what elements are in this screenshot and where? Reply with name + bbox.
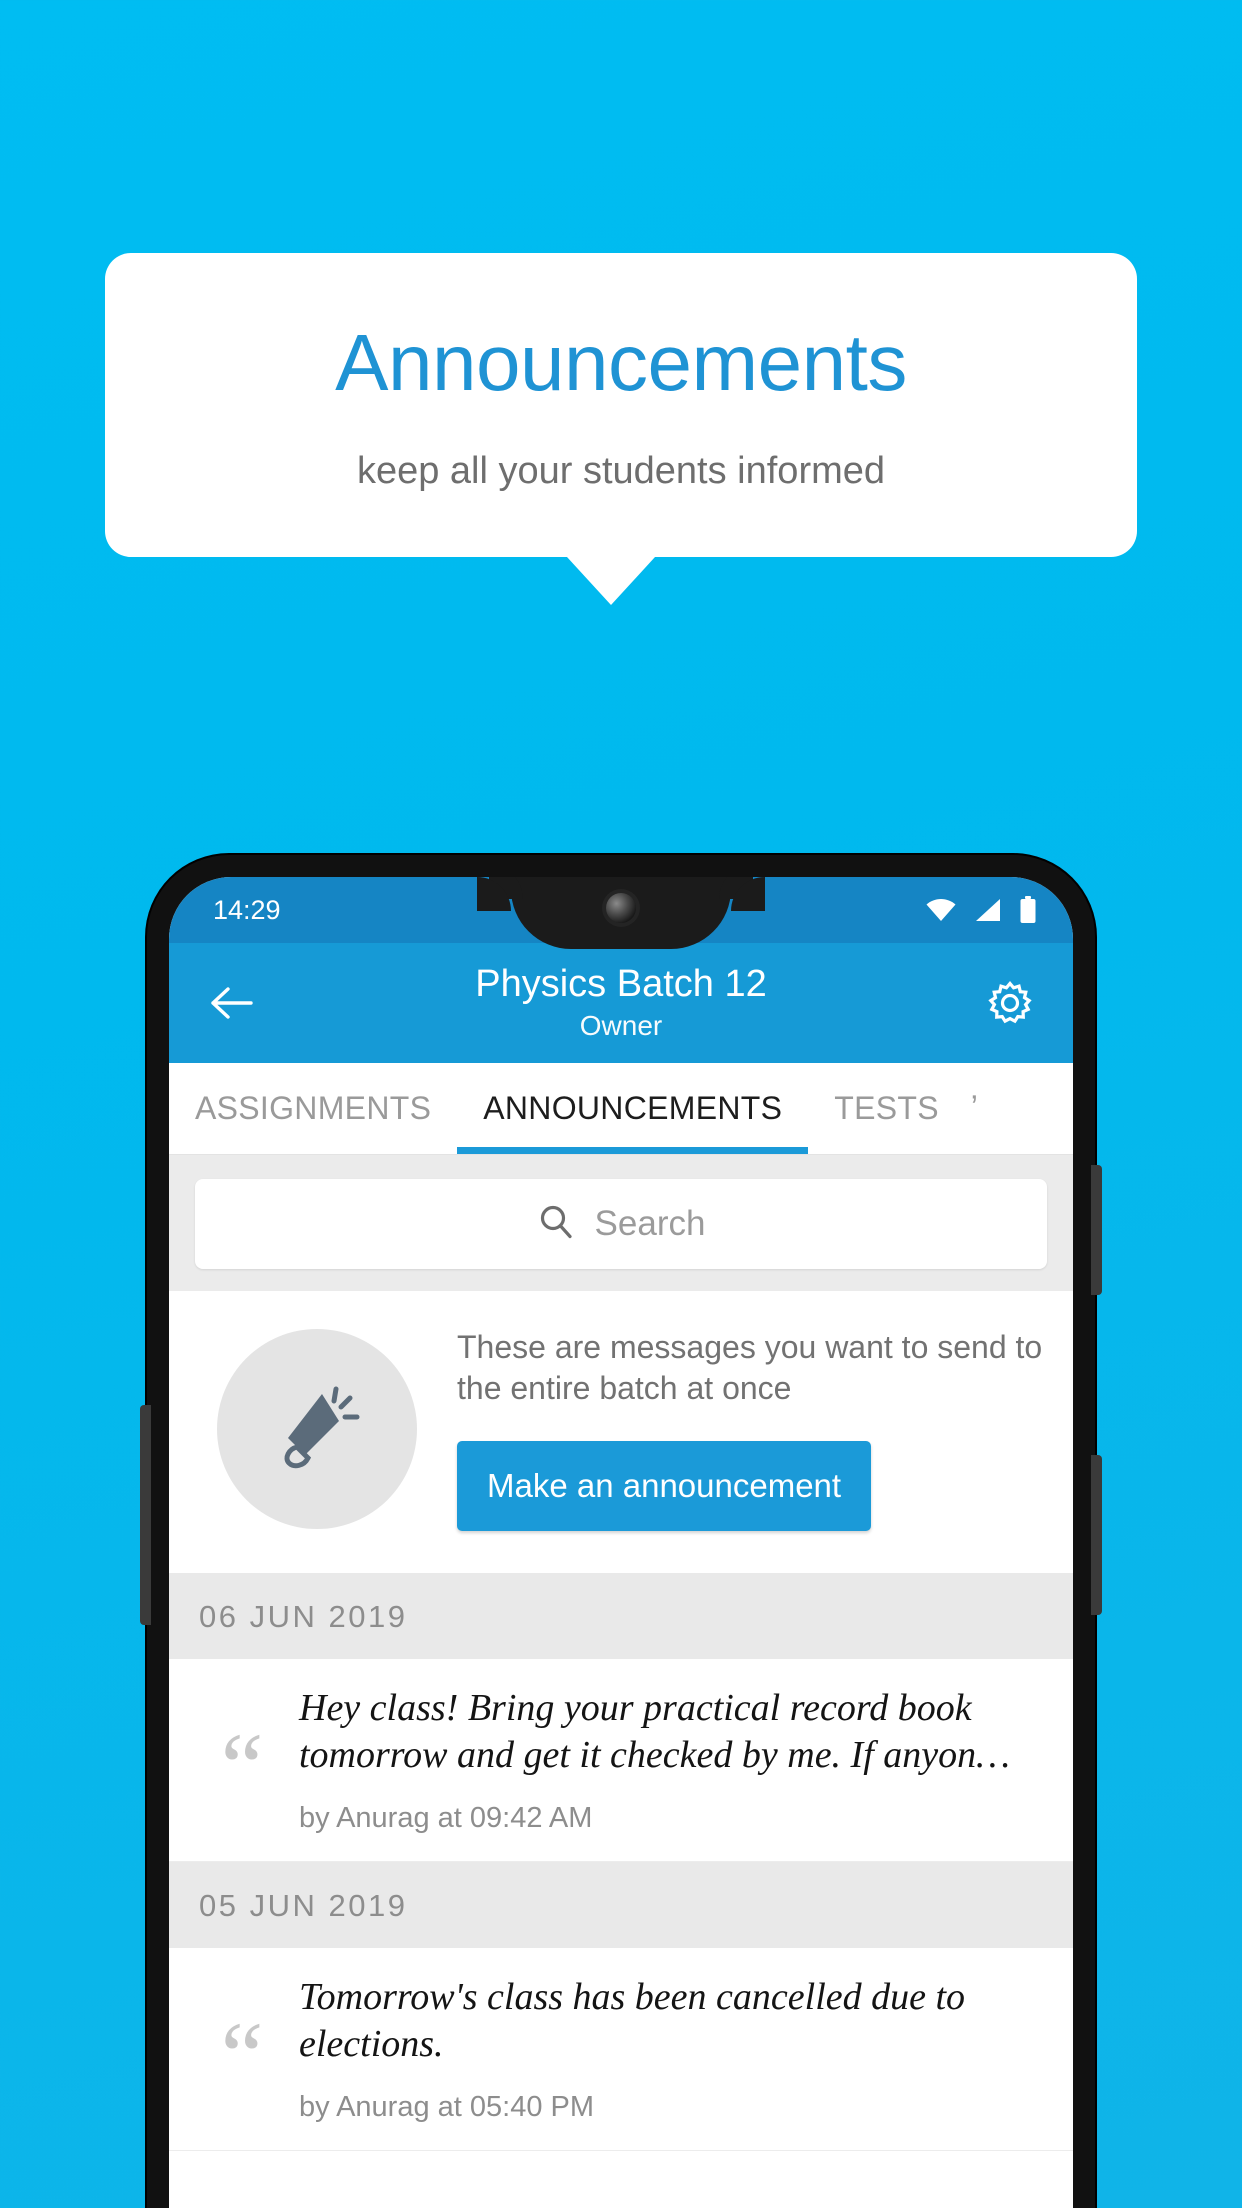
- announcement-cta-row: These are messages you want to send to t…: [169, 1291, 1073, 1573]
- phone-volume-button[interactable]: [1091, 1165, 1102, 1295]
- app-bar: Physics Batch 12 Owner: [169, 943, 1073, 1063]
- promo-title: Announcements: [335, 318, 907, 407]
- announcement-text: Hey class! Bring your practical record b…: [299, 1686, 1010, 1777]
- tab-announcements[interactable]: ANNOUNCEMENTS: [457, 1063, 809, 1154]
- search-placeholder: Search: [594, 1204, 706, 1243]
- status-bar: 14:29: [169, 877, 1073, 949]
- date-header: 05 JUN 2019: [169, 1861, 1073, 1948]
- announcement-list-item[interactable]: “ Hey class! Bring your practical record…: [169, 1658, 1073, 1862]
- page-subtitle: Owner: [579, 1010, 663, 1042]
- app-bar-titles: Physics Batch 12 Owner: [261, 962, 981, 1043]
- back-arrow-icon[interactable]: [203, 984, 261, 1022]
- promo-bubble-tail: [567, 556, 655, 605]
- announcement-body: Hey class! Bring your practical record b…: [295, 1685, 1043, 1835]
- quote-icon: “: [220, 1712, 264, 1820]
- front-camera: [606, 893, 636, 923]
- display-notch: [477, 877, 765, 949]
- search-area: Search: [169, 1155, 1073, 1291]
- promo-card: Announcements keep all your students inf…: [105, 253, 1137, 557]
- date-header: 06 JUN 2019: [169, 1572, 1073, 1659]
- phone-power-button[interactable]: [1091, 1455, 1102, 1615]
- megaphone-icon: [217, 1328, 417, 1529]
- announcement-list-item[interactable]: “ Tomorrow's class has been cancelled du…: [169, 1947, 1073, 2151]
- promo-subtitle: keep all your students informed: [356, 450, 886, 492]
- phone-screen: 14:29 Physics Batch 12 Owner ASSIGNMENTS…: [169, 877, 1073, 2208]
- page-title: Physics Batch 12: [475, 962, 767, 1005]
- wifi-icon: [925, 898, 957, 922]
- battery-icon: [1019, 896, 1037, 924]
- status-time: 14:29: [213, 894, 281, 925]
- signal-icon: [974, 898, 1002, 922]
- gear-icon[interactable]: [981, 978, 1039, 1028]
- phone-left-button[interactable]: [140, 1405, 151, 1625]
- tab-overflow-partial[interactable]: ʼ: [965, 1063, 978, 1154]
- tab-assignments[interactable]: ASSIGNMENTS: [169, 1063, 457, 1154]
- tab-tests[interactable]: TESTS: [808, 1063, 965, 1154]
- announcement-meta: by Anurag at 05:40 PM: [299, 2090, 595, 2123]
- search-icon: [537, 1203, 575, 1246]
- announcement-body: Tomorrow's class has been cancelled due …: [295, 1974, 1043, 2124]
- promo-bubble: Announcements keep all your students inf…: [105, 253, 1137, 605]
- search-input[interactable]: Search: [195, 1179, 1047, 1269]
- phone-device: 14:29 Physics Batch 12 Owner ASSIGNMENTS…: [140, 855, 1102, 2208]
- make-announcement-button[interactable]: Make an announcement: [457, 1440, 872, 1531]
- announcement-cta-description: These are messages you want to send to t…: [457, 1329, 1043, 1406]
- announcement-meta: by Anurag at 09:42 AM: [299, 1801, 593, 1834]
- quote-icon: “: [220, 2001, 264, 2109]
- announcement-cta-content: These are messages you want to send to t…: [427, 1327, 1043, 1531]
- announcement-text: Tomorrow's class has been cancelled due …: [299, 1975, 966, 2066]
- tab-bar: ASSIGNMENTS ANNOUNCEMENTS TESTS ʼ: [169, 1063, 1073, 1155]
- status-icons: [925, 896, 1037, 924]
